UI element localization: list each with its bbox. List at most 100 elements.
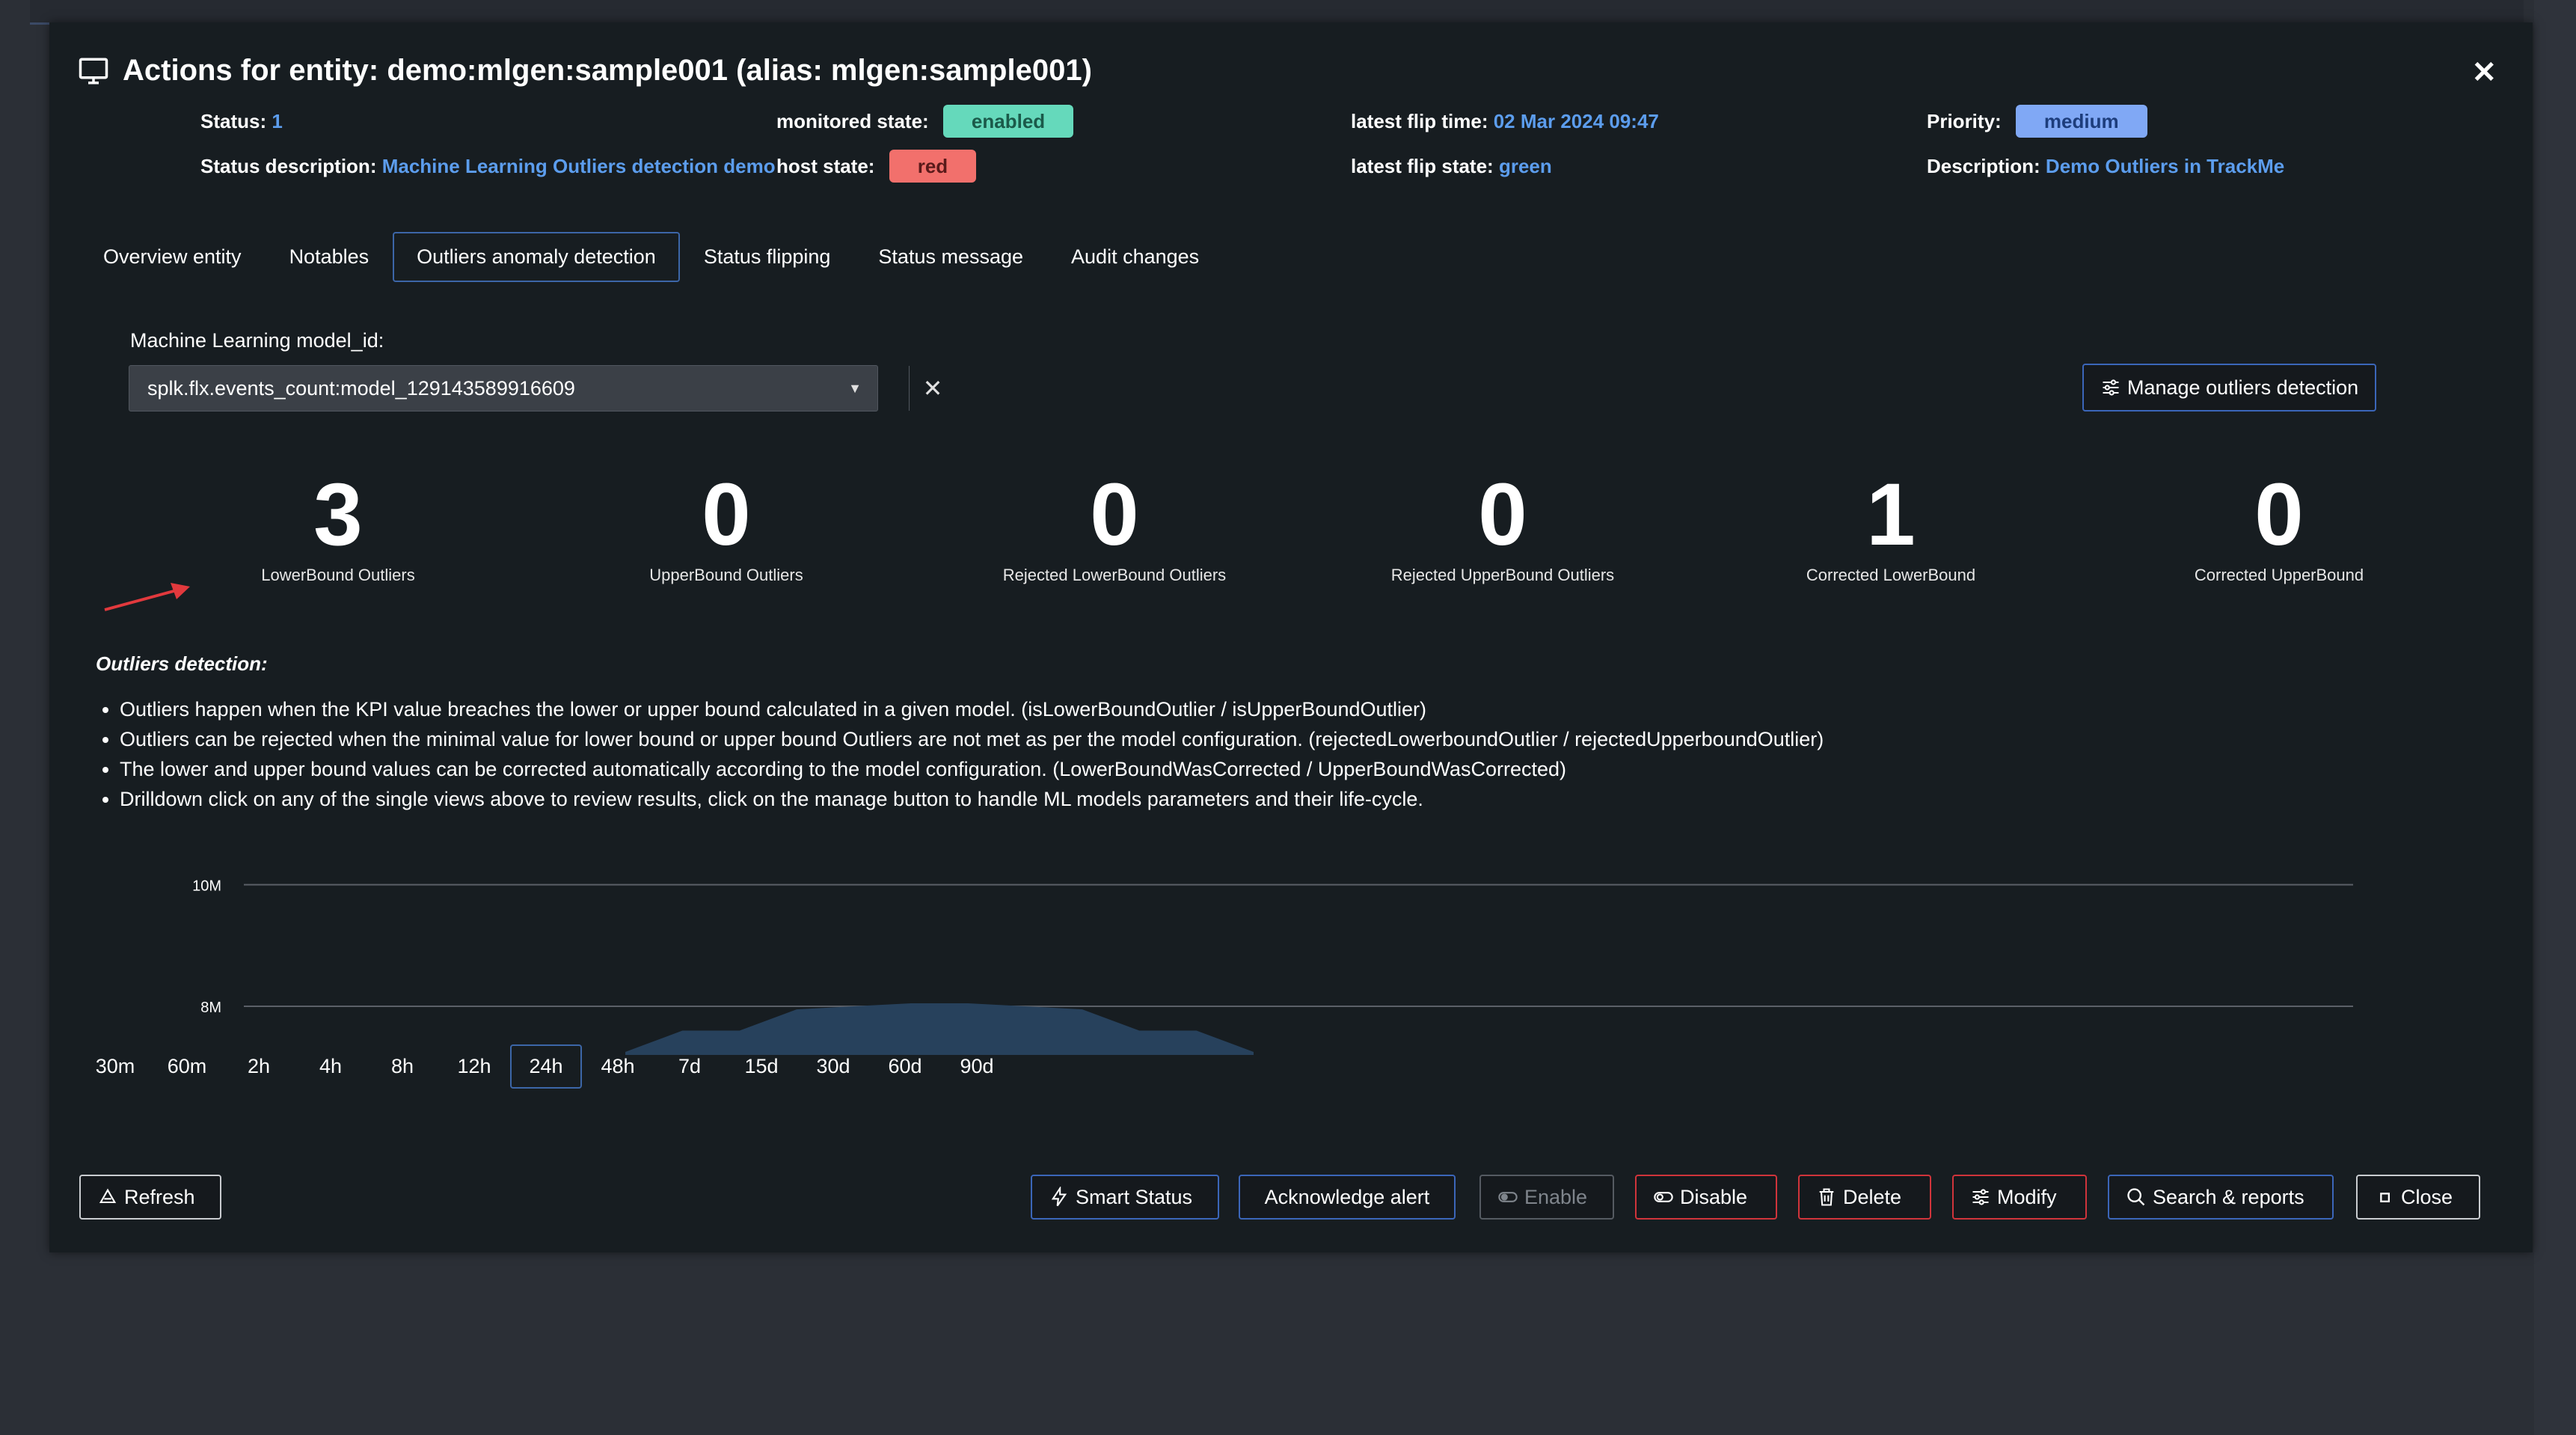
modal-title: Actions for entity: demo:mlgen:sample001… xyxy=(123,54,1092,87)
stat-lowerbound-outliers[interactable]: 3 LowerBound Outliers xyxy=(151,470,525,585)
search-icon xyxy=(2127,1188,2145,1206)
toggle-off-icon xyxy=(1654,1192,1673,1202)
priority-label: Priority: xyxy=(1927,110,2002,132)
monitor-icon xyxy=(79,58,108,84)
entity-actions-modal: Actions for entity: demo:mlgen:sample001… xyxy=(49,22,2533,1252)
tab-audit-changes[interactable]: Audit changes xyxy=(1047,232,1223,282)
description-row: Description: Demo Outliers in TrackMe xyxy=(1927,151,2284,181)
modify-button[interactable]: Modify xyxy=(1952,1175,2087,1220)
search-reports-button[interactable]: Search & reports xyxy=(2108,1175,2334,1220)
time-range-48h[interactable]: 48h xyxy=(582,1044,654,1089)
disable-button[interactable]: Disable xyxy=(1635,1175,1777,1220)
time-range-8h[interactable]: 8h xyxy=(367,1044,438,1089)
status-value[interactable]: 1 xyxy=(272,110,282,132)
square-icon xyxy=(2380,1193,2390,1202)
status-description-value[interactable]: Machine Learning Outliers detection demo xyxy=(382,155,776,177)
acknowledge-alert-label: Acknowledge alert xyxy=(1264,1185,1430,1208)
stat-rejected-upperbound-outliers[interactable]: 0 Rejected UpperBound Outliers xyxy=(1316,470,1690,585)
acknowledge-alert-button[interactable]: Acknowledge alert xyxy=(1239,1175,1456,1220)
background-top-bar xyxy=(30,0,2524,25)
lightning-icon xyxy=(1051,1187,1067,1207)
close-button[interactable]: Close xyxy=(2356,1175,2480,1220)
stat-upperbound-outliers[interactable]: 0 UpperBound Outliers xyxy=(539,470,913,585)
status-description-row: Status description: Machine Learning Out… xyxy=(200,151,791,181)
host-state-label: host state: xyxy=(776,155,875,177)
time-range-24h[interactable]: 24h xyxy=(510,1044,582,1089)
list-item: Drilldown click on any of the single vie… xyxy=(120,784,1824,814)
smart-status-button[interactable]: Smart Status xyxy=(1031,1175,1219,1220)
trash-icon xyxy=(1819,1188,1834,1206)
list-item: The lower and upper bound values can be … xyxy=(120,754,1824,784)
stat-value: 0 xyxy=(2254,465,2304,564)
tab-bar: Overview entity Notables Outliers anomal… xyxy=(79,232,1223,282)
enable-button[interactable]: Enable xyxy=(1479,1175,1614,1220)
list-item: Outliers happen when the KPI value breac… xyxy=(120,694,1824,724)
stat-value: 0 xyxy=(1478,465,1527,564)
stat-label: Rejected UpperBound Outliers xyxy=(1390,566,1615,584)
monitored-state-label: monitored state: xyxy=(776,110,929,132)
time-range-60m[interactable]: 60m xyxy=(151,1044,223,1089)
events-count-chart[interactable]: 10M 8M xyxy=(124,860,2368,1055)
time-range-4h[interactable]: 4h xyxy=(295,1044,367,1089)
manage-outliers-button[interactable]: Manage outliers detection xyxy=(2082,364,2377,411)
enable-label: Enable xyxy=(1524,1185,1588,1208)
refresh-label: Refresh xyxy=(124,1185,195,1208)
outliers-detection-list: Outliers happen when the KPI value breac… xyxy=(96,694,1824,814)
time-range-12h[interactable]: 12h xyxy=(438,1044,510,1089)
stat-corrected-lowerbound[interactable]: 1 Corrected LowerBound xyxy=(1704,470,2078,585)
status-description-label: Status description: xyxy=(200,155,377,177)
red-arrow-annotation xyxy=(104,583,190,611)
sliders-icon xyxy=(2103,379,2119,396)
stat-value: 1 xyxy=(1866,465,1916,564)
tab-outliers-anomaly-detection[interactable]: Outliers anomaly detection xyxy=(393,232,680,282)
delete-button[interactable]: Delete xyxy=(1798,1175,1931,1220)
ml-model-label: Machine Learning model_id: xyxy=(130,329,384,352)
description-label: Description: xyxy=(1927,155,2040,177)
ml-model-select[interactable]: splk.flx.events_count:model_129143589916… xyxy=(129,365,942,411)
stat-value: 0 xyxy=(702,465,751,564)
stat-label: Corrected UpperBound xyxy=(2194,566,2364,584)
clear-selection-icon[interactable]: ✕ xyxy=(909,366,956,411)
outlier-stats: 3 LowerBound Outliers 0 UpperBound Outli… xyxy=(49,470,2533,590)
delete-label: Delete xyxy=(1843,1185,1902,1208)
stat-corrected-upperbound[interactable]: 0 Corrected UpperBound xyxy=(2092,470,2466,585)
search-reports-label: Search & reports xyxy=(2153,1185,2304,1208)
time-range-30d[interactable]: 30d xyxy=(797,1044,869,1089)
time-range-90d[interactable]: 90d xyxy=(941,1044,1013,1089)
refresh-button[interactable]: Refresh xyxy=(79,1175,221,1220)
time-range-selector: 30m 60m 2h 4h 8h 12h 24h 48h 7d 15d 30d … xyxy=(79,1044,1013,1089)
ml-model-selected-value: splk.flx.events_count:model_129143589916… xyxy=(147,376,575,400)
time-range-60d[interactable]: 60d xyxy=(869,1044,941,1089)
time-range-7d[interactable]: 7d xyxy=(654,1044,726,1089)
caret-down-icon[interactable]: ▼ xyxy=(832,381,877,397)
tab-overview-entity[interactable]: Overview entity xyxy=(79,232,266,282)
stat-label: LowerBound Outliers xyxy=(261,566,415,584)
stat-label: UpperBound Outliers xyxy=(649,566,803,584)
toggle-icon xyxy=(1498,1192,1518,1202)
host-state-badge: red xyxy=(889,150,977,183)
stat-rejected-lowerbound-outliers[interactable]: 0 Rejected LowerBound Outliers xyxy=(927,470,1301,585)
priority-badge: medium xyxy=(2015,105,2147,138)
time-range-15d[interactable]: 15d xyxy=(726,1044,797,1089)
background-left xyxy=(0,0,49,1435)
manage-outliers-label: Manage outliers detection xyxy=(2127,376,2359,399)
monitored-state-badge: enabled xyxy=(942,105,1074,138)
monitored-state-row: monitored state: enabled xyxy=(776,105,1074,138)
time-range-30m[interactable]: 30m xyxy=(79,1044,151,1089)
modal-header: Actions for entity: demo:mlgen:sample001… xyxy=(78,54,1092,88)
tab-status-message[interactable]: Status message xyxy=(854,232,1047,282)
y-tick-label: 10M xyxy=(192,878,221,895)
close-icon[interactable]: ✕ xyxy=(2471,55,2497,90)
refresh-icon xyxy=(99,1188,117,1204)
stat-value: 3 xyxy=(313,465,363,564)
disable-label: Disable xyxy=(1680,1185,1748,1208)
tab-status-flipping[interactable]: Status flipping xyxy=(680,232,855,282)
time-range-2h[interactable]: 2h xyxy=(223,1044,295,1089)
smart-status-label: Smart Status xyxy=(1076,1185,1193,1208)
modify-label: Modify xyxy=(1997,1185,2057,1208)
y-tick-label: 8M xyxy=(200,1000,221,1016)
flip-state-row: latest flip state: green xyxy=(1351,151,1552,181)
background-right xyxy=(2534,0,2576,1435)
flip-time-label: latest flip time: xyxy=(1351,110,1488,132)
tab-notables[interactable]: Notables xyxy=(266,232,393,282)
